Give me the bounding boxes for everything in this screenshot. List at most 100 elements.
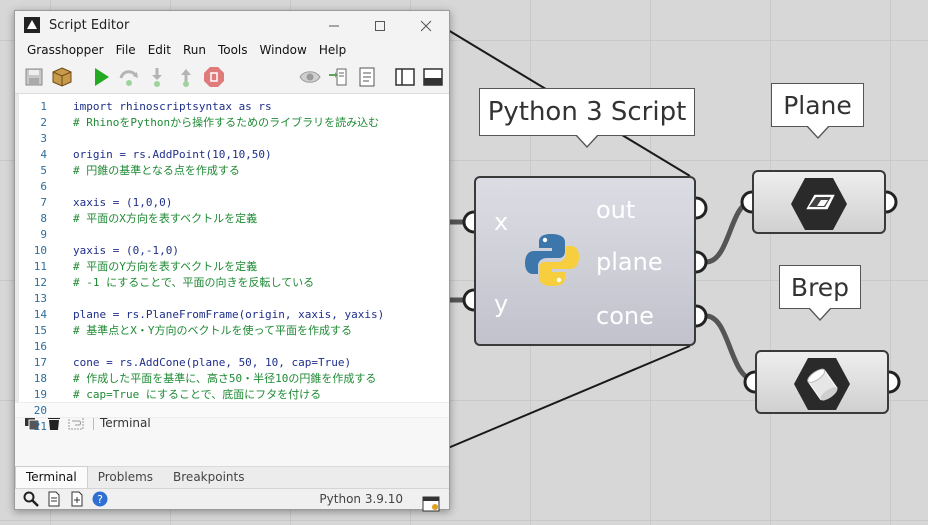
code-line[interactable]: 14 plane = rs.PlaneFromFrame(origin, xaxi… — [15, 306, 449, 322]
output-plane[interactable]: plane — [596, 248, 663, 276]
line-number: 11 — [33, 259, 47, 273]
code-text: # -1 にすることで、平面の向きを反転している — [73, 276, 315, 290]
menu-edit[interactable]: Edit — [142, 39, 177, 61]
code-text: # cap=True にすることで、底面にフタを付ける — [73, 388, 322, 402]
code-line[interactable]: 4 origin = rs.AddPoint(10,10,50) — [15, 146, 449, 162]
input-x[interactable]: x — [494, 208, 508, 236]
step-into-icon — [152, 68, 163, 88]
menu-grasshopper[interactable]: Grasshopper — [21, 39, 110, 61]
output-out[interactable]: out — [596, 196, 635, 224]
python-script-component[interactable]: x y out plane cone — [474, 176, 696, 346]
line-number: 15 — [33, 323, 47, 337]
output-cone[interactable]: cone — [596, 302, 654, 330]
toggle-sidebar-button[interactable] — [392, 64, 417, 90]
step-into-button[interactable] — [145, 64, 170, 90]
maximize-button[interactable] — [357, 11, 403, 41]
brep-param-title: Brep — [779, 265, 861, 321]
code-line[interactable]: 13 — [15, 290, 449, 306]
code-line[interactable]: 17 cone = rs.AddCone(plane, 50, 10, cap=T… — [15, 354, 449, 370]
code-text: xaxis = (1,0,0) — [73, 195, 173, 209]
plane-param-title: Plane — [771, 83, 864, 139]
line-number: 2 — [40, 115, 47, 129]
code-line[interactable]: 1 import rhinoscriptsyntax as rs — [15, 98, 449, 114]
save-icon — [25, 68, 43, 86]
code-line[interactable]: 3 — [15, 130, 449, 146]
code-text: plane = rs.PlaneFromFrame(origin, xaxis,… — [73, 307, 385, 321]
line-number: 9 — [40, 227, 47, 241]
code-line[interactable]: 2 # RhinoをPythonから操作するためのライブラリを読み込む — [15, 114, 449, 130]
menu-bar: Grasshopper File Edit Run Tools Window H… — [15, 39, 449, 61]
code-line[interactable]: 6 — [15, 178, 449, 194]
compare-button[interactable] — [325, 64, 350, 90]
code-line[interactable]: 12 # -1 にすることで、平面の向きを反転している — [15, 274, 449, 290]
step-out-icon — [180, 69, 191, 88]
save-button[interactable] — [21, 64, 46, 90]
code-line[interactable]: 11 # 平面のY方向を表すベクトルを定義 — [15, 258, 449, 274]
terminal-output[interactable] — [15, 437, 449, 466]
tab-breakpoints[interactable]: Breakpoints — [163, 467, 254, 488]
script-editor-window[interactable]: Script Editor Grasshopper File Edit Run … — [14, 10, 450, 512]
code-line[interactable]: 21 — [15, 418, 449, 434]
document-button[interactable] — [354, 64, 379, 90]
stop-button[interactable] — [202, 64, 227, 90]
line-number: 7 — [40, 195, 47, 209]
code-line[interactable]: 7 xaxis = (1,0,0) — [15, 194, 449, 210]
minimize-icon — [329, 25, 339, 27]
code-line[interactable]: 10 yaxis = (0,-1,0) — [15, 242, 449, 258]
code-line[interactable]: 8 # 平面のX方向を表すベクトルを定義 — [15, 210, 449, 226]
brep-icon — [794, 358, 850, 410]
watch-button[interactable] — [297, 64, 322, 90]
input-y[interactable]: y — [494, 290, 508, 318]
toggle-panel-button[interactable] — [421, 64, 446, 90]
tab-problems[interactable]: Problems — [88, 467, 163, 488]
code-text: import rhinoscriptsyntax as rs — [73, 99, 272, 113]
menu-run[interactable]: Run — [177, 39, 212, 61]
line-number: 18 — [33, 371, 47, 385]
title-bar[interactable]: Script Editor — [15, 11, 449, 39]
code-text: # RhinoをPythonから操作するためのライブラリを読み込む — [73, 116, 380, 130]
menu-window[interactable]: Window — [254, 39, 313, 61]
code-text: cone = rs.AddCone(plane, 50, 10, cap=Tru… — [73, 355, 352, 369]
plane-parameter[interactable] — [752, 170, 886, 234]
notification-icon[interactable] — [421, 494, 441, 514]
line-number: 21 — [33, 419, 47, 433]
brep-parameter[interactable] — [755, 350, 889, 414]
help-button[interactable]: ? — [90, 489, 110, 509]
minimize-button[interactable] — [311, 11, 357, 41]
code-line[interactable]: 20 — [15, 402, 449, 419]
line-number: 20 — [33, 403, 47, 417]
line-number: 3 — [40, 131, 47, 145]
step-out-button[interactable] — [173, 64, 198, 90]
help-icon: ? — [92, 491, 108, 507]
line-number: 10 — [33, 243, 47, 257]
code-line[interactable]: 19 # cap=True にすることで、底面にフタを付ける — [15, 386, 449, 402]
code-line[interactable]: 18 # 作成した平面を基準に、高さ50・半径10の円錐を作成する — [15, 370, 449, 386]
code-line[interactable]: 5 # 円錐の基準となる点を作成する — [15, 162, 449, 178]
add-file-icon — [71, 491, 83, 507]
menu-tools[interactable]: Tools — [212, 39, 254, 61]
code-line[interactable]: 15 # 基準点とX・Y方向のベクトルを使って平面を作成する — [15, 322, 449, 338]
code-line[interactable]: 9 — [15, 226, 449, 242]
code-text: yaxis = (0,-1,0) — [73, 243, 179, 257]
package-button[interactable] — [49, 64, 74, 90]
menu-file[interactable]: File — [110, 39, 142, 61]
new-file-button[interactable] — [44, 489, 64, 509]
add-file-button[interactable] — [67, 489, 87, 509]
file-icon — [48, 491, 60, 507]
run-button[interactable] — [88, 64, 113, 90]
code-text: origin = rs.AddPoint(10,10,50) — [73, 147, 272, 161]
panel-layout-icon — [423, 68, 444, 86]
search-icon — [23, 491, 39, 507]
code-editor[interactable]: 1 import rhinoscriptsyntax as rs 2 # Rhinoを… — [15, 93, 449, 433]
code-line[interactable]: 16 — [15, 338, 449, 354]
search-button[interactable] — [21, 489, 41, 509]
maximize-icon — [375, 21, 385, 31]
python-version[interactable]: Python 3.9.10 — [319, 492, 403, 506]
wire-cone[interactable] — [705, 313, 756, 383]
step-over-button[interactable] — [116, 64, 141, 90]
eye-icon — [298, 71, 321, 83]
wire-plane[interactable] — [705, 199, 753, 265]
tab-terminal[interactable]: Terminal — [15, 466, 88, 488]
menu-help[interactable]: Help — [313, 39, 352, 61]
close-button[interactable] — [403, 11, 449, 41]
